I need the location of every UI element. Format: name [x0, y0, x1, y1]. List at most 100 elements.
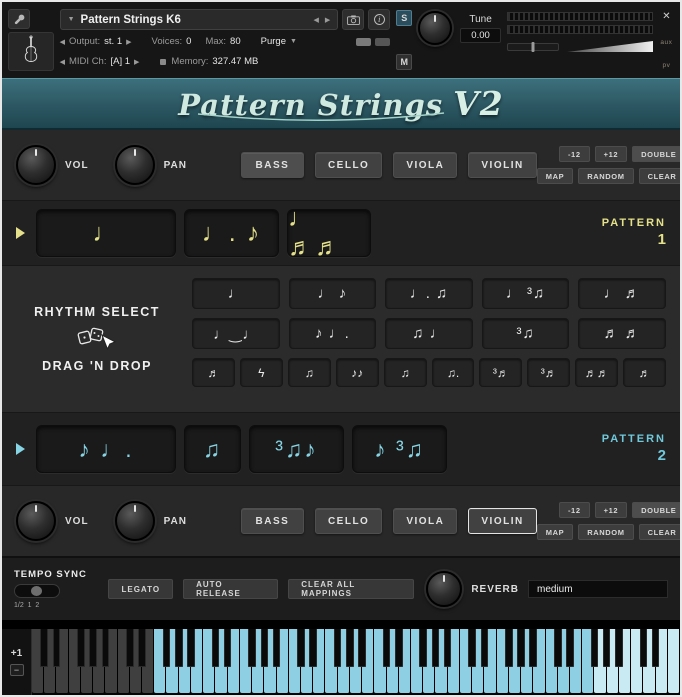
rhythm-cell-r2-1[interactable]: ♩‿♩ — [192, 318, 280, 349]
reverb-preset-select[interactable]: medium — [528, 580, 668, 598]
black-key[interactable] — [175, 629, 183, 667]
rhythm-cell-r3-10[interactable]: ♬ — [623, 358, 666, 387]
black-key[interactable] — [481, 629, 489, 667]
rhythm-cell-r3-2[interactable]: ϟ — [240, 358, 283, 387]
mapping-button-top-2[interactable]: RANDOM — [578, 168, 633, 184]
octave-shift-value[interactable]: +1 — [11, 648, 22, 659]
aux-button[interactable]: aux — [660, 39, 672, 46]
black-key[interactable] — [273, 629, 281, 667]
black-key[interactable] — [419, 629, 427, 667]
output-next-icon[interactable]: ▶ — [126, 38, 131, 46]
pan-slider[interactable] — [507, 43, 559, 51]
pan-knob-bottom[interactable] — [115, 501, 155, 541]
black-key[interactable] — [566, 629, 574, 667]
pattern2-slot-1[interactable]: ♪ ♩. — [36, 425, 176, 473]
mapping-button-bottom-2[interactable]: RANDOM — [578, 524, 633, 540]
rhythm-cell-r3-7[interactable]: ³♬ — [479, 358, 522, 387]
purge-menu[interactable]: Purge — [261, 36, 286, 47]
black-key[interactable] — [163, 629, 171, 667]
info-button[interactable]: i — [368, 9, 390, 30]
instrument-button-top-3[interactable]: VIOLA — [393, 152, 457, 178]
black-key[interactable] — [591, 629, 599, 667]
rhythm-cell-r2-4[interactable]: ³♫ — [482, 318, 570, 349]
black-key[interactable] — [652, 629, 660, 667]
black-key[interactable] — [615, 629, 623, 667]
transpose-button-top-3[interactable]: DOUBLE — [632, 146, 680, 162]
mapping-button-top-1[interactable]: MAP — [537, 168, 573, 184]
transpose-button-bottom-2[interactable]: +12 — [595, 502, 628, 518]
volume-knob-bottom[interactable] — [16, 501, 56, 541]
snapshot-camera-button[interactable] — [342, 9, 364, 30]
wrench-button[interactable] — [8, 9, 30, 29]
black-key[interactable] — [334, 629, 342, 667]
pattern2-play-icon[interactable] — [16, 443, 25, 455]
instrument-button-top-1[interactable]: BASS — [241, 152, 304, 178]
rhythm-cell-r3-5[interactable]: ♫ — [384, 358, 427, 387]
black-key[interactable] — [309, 629, 317, 667]
black-key[interactable] — [346, 629, 354, 667]
transpose-button-top-2[interactable]: +12 — [595, 146, 628, 162]
next-instrument-icon[interactable]: ▶ — [325, 16, 330, 24]
pattern1-slot-1[interactable]: ♩ — [36, 209, 176, 257]
prev-instrument-icon[interactable]: ◀ — [314, 16, 319, 24]
volume-wedge-slider[interactable] — [567, 41, 653, 52]
output-value[interactable]: st. 1 — [104, 36, 122, 47]
instrument-button-bottom-3[interactable]: VIOLA — [393, 508, 457, 534]
transpose-button-bottom-1[interactable]: -12 — [559, 502, 590, 518]
rhythm-cell-r1-3[interactable]: ♩. ♫ — [385, 278, 473, 309]
mapping-button-bottom-1[interactable]: MAP — [537, 524, 573, 540]
pattern2-slot-4[interactable]: ♪ ³♫ — [352, 425, 447, 473]
midi-prev-icon[interactable]: ◀ — [60, 58, 65, 66]
instrument-title-bar[interactable]: ▼ Pattern Strings K6 ◀ ▶ — [60, 9, 339, 30]
black-key[interactable] — [640, 629, 648, 667]
black-key[interactable] — [53, 629, 61, 667]
solo-button[interactable]: S — [396, 10, 412, 26]
title-dropdown-icon[interactable]: ▼ — [68, 16, 75, 23]
black-key[interactable] — [383, 629, 391, 667]
black-key[interactable] — [126, 629, 134, 667]
black-key[interactable] — [297, 629, 305, 667]
instrument-button-top-2[interactable]: CELLO — [315, 152, 382, 178]
rhythm-cell-r3-6[interactable]: ♫. — [432, 358, 475, 387]
output-prev-icon[interactable]: ◀ — [60, 38, 65, 46]
pan-knob-top[interactable] — [115, 145, 155, 185]
rhythm-cell-r1-4[interactable]: ♩ ³♫ — [482, 278, 570, 309]
black-key[interactable] — [505, 629, 513, 667]
rhythm-cell-r2-5[interactable]: ♬ ♬ — [578, 318, 666, 349]
transpose-button-top-1[interactable]: -12 — [559, 146, 590, 162]
black-key[interactable] — [212, 629, 220, 667]
white-key[interactable] — [668, 629, 680, 693]
black-key[interactable] — [187, 629, 195, 667]
black-key[interactable] — [261, 629, 269, 667]
black-key[interactable] — [358, 629, 366, 667]
rhythm-cell-r1-1[interactable]: ♩ — [192, 278, 280, 309]
rhythm-cell-r1-5[interactable]: ♩ ♬ — [578, 278, 666, 309]
black-key[interactable] — [517, 629, 525, 667]
black-key[interactable] — [40, 629, 48, 667]
octave-down-button[interactable]: − — [10, 664, 24, 676]
rhythm-cell-r3-4[interactable]: ♪♪ — [336, 358, 379, 387]
pv-button[interactable]: pv — [662, 62, 670, 69]
pattern2-slot-2[interactable]: ♫ — [184, 425, 241, 473]
black-key[interactable] — [432, 629, 440, 667]
black-key[interactable] — [529, 629, 537, 667]
footer-button-2[interactable]: AUTO RELEASE — [183, 579, 278, 599]
purge-dropdown-icon[interactable]: ▼ — [290, 38, 297, 45]
rhythm-cell-r1-2[interactable]: ♩ ♪ — [289, 278, 377, 309]
footer-button-3[interactable]: CLEAR ALL MAPPINGS — [288, 579, 414, 599]
black-key[interactable] — [554, 629, 562, 667]
rhythm-cell-r3-1[interactable]: ♬ — [192, 358, 235, 387]
pattern1-slot-3[interactable]: ♩ ♬♬ — [287, 209, 371, 257]
reverb-knob[interactable] — [426, 571, 462, 607]
rhythm-cell-r3-8[interactable]: ³♬ — [527, 358, 570, 387]
transpose-button-bottom-3[interactable]: DOUBLE — [632, 502, 680, 518]
instrument-button-bottom-4[interactable]: VIOLIN — [468, 508, 536, 534]
black-key[interactable] — [102, 629, 110, 667]
rhythm-cell-r3-9[interactable]: ♬♬ — [575, 358, 618, 387]
tune-knob[interactable] — [418, 11, 452, 45]
pattern1-play-icon[interactable] — [16, 227, 25, 239]
volume-knob-top[interactable] — [16, 145, 56, 185]
close-icon[interactable]: ✕ — [662, 11, 670, 22]
black-key[interactable] — [395, 629, 403, 667]
footer-button-1[interactable]: LEGATO — [108, 579, 173, 599]
